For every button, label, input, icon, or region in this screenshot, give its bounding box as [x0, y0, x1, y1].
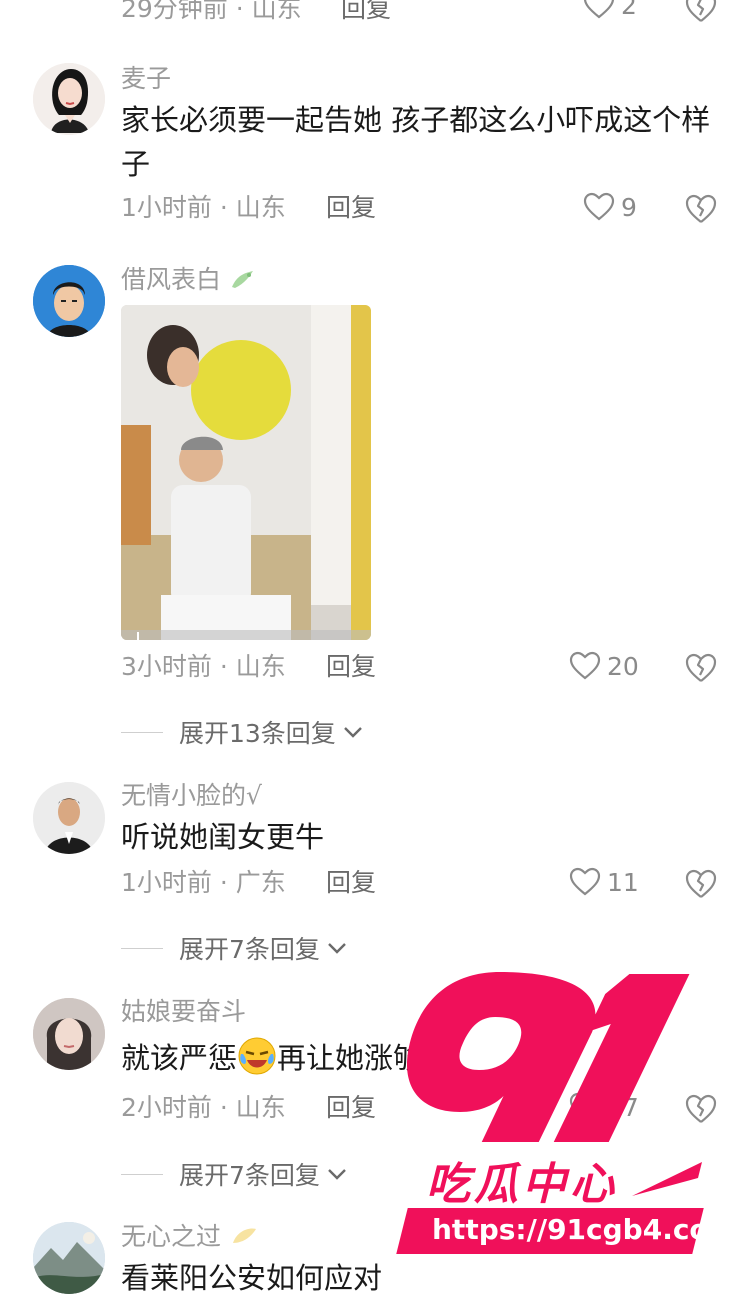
- badge-icon: [231, 271, 253, 288]
- like-button[interactable]: 2: [583, 0, 637, 20]
- expand-replies-button[interactable]: 展开13条回复: [121, 714, 364, 750]
- like-button[interactable]: 20: [569, 651, 639, 681]
- reply-button[interactable]: 回复: [326, 1093, 376, 1123]
- avatar-image: [33, 1222, 105, 1294]
- dislike-icon[interactable]: [684, 0, 718, 24]
- video-thumbnail[interactable]: [121, 305, 371, 640]
- badge-icon: [232, 1228, 256, 1243]
- comment-meta: 1小时前 · 广东: [121, 868, 286, 897]
- heart-icon: [569, 867, 601, 896]
- watermark-title: 吃瓜中心: [426, 1159, 618, 1210]
- comment-text: 看莱阳公安如何应对: [121, 1261, 383, 1295]
- username[interactable]: 麦子: [121, 64, 171, 94]
- avatar-image: [33, 782, 105, 854]
- expand-replies-button[interactable]: 展开7条回复: [121, 930, 348, 966]
- dislike-icon[interactable]: [684, 652, 718, 684]
- watermark-swoosh: [632, 1162, 702, 1196]
- like-button[interactable]: 9: [583, 192, 637, 222]
- heart-icon: [569, 651, 601, 680]
- avatar-image: [33, 265, 105, 337]
- dislike-icon[interactable]: [684, 868, 718, 900]
- like-count: 9: [621, 192, 637, 222]
- dislike-icon[interactable]: [684, 193, 718, 225]
- divider: [121, 1173, 163, 1175]
- username[interactable]: 无心之过: [121, 1222, 259, 1252]
- comment-text: 家长必须要一起告她 孩子都这么小吓成这个样子: [121, 103, 711, 181]
- avatar[interactable]: [33, 1222, 105, 1294]
- expand-label: 展开7条回复: [179, 935, 320, 964]
- avatar[interactable]: [33, 782, 105, 854]
- like-count: 20: [607, 651, 639, 681]
- username[interactable]: 借风表白: [121, 265, 257, 295]
- avatar-image: [33, 63, 105, 135]
- heart-icon: [583, 0, 615, 19]
- reply-button[interactable]: 回复: [326, 193, 376, 223]
- chevron-down-icon: [328, 943, 346, 954]
- expand-label: 展开7条回复: [179, 1161, 320, 1190]
- reply-button[interactable]: 回复: [326, 868, 376, 898]
- username[interactable]: 无情小脸的√: [121, 781, 262, 811]
- expand-label: 展开13条回复: [179, 719, 336, 748]
- avatar-image: [33, 998, 105, 1070]
- comment-meta: 29分钟前 · 山东: [121, 0, 302, 23]
- expand-replies-button[interactable]: 展开7条回复: [121, 1156, 348, 1192]
- comment-meta: 3小时前 · 山东: [121, 652, 286, 681]
- comment-meta: 2小时前 · 山东: [121, 1093, 286, 1122]
- like-count: 11: [607, 867, 639, 897]
- avatar[interactable]: [33, 265, 105, 337]
- chevron-down-icon: [328, 1169, 346, 1180]
- divider: [121, 731, 163, 733]
- crying-laughing-emoji-icon: [238, 1037, 276, 1075]
- like-button[interactable]: 11: [569, 867, 639, 897]
- divider: [121, 947, 163, 949]
- comment-text: 就该严惩 再让她涨够: [121, 1036, 441, 1080]
- like-count: 2: [621, 0, 637, 20]
- comment-meta: 1小时前 · 山东: [121, 193, 286, 222]
- watermark-logo: 吃瓜中心 https://91cgb4.com: [396, 962, 738, 1262]
- chevron-down-icon: [343, 727, 362, 738]
- reply-button[interactable]: 回复: [326, 652, 376, 682]
- reply-button[interactable]: 回复: [341, 0, 391, 24]
- heart-icon: [583, 192, 615, 221]
- watermark-url: https://91cgb4.com: [432, 1213, 738, 1246]
- avatar[interactable]: [33, 998, 105, 1070]
- comment-text: 听说她闺女更牛: [121, 820, 325, 854]
- username[interactable]: 姑娘要奋斗: [121, 997, 246, 1027]
- video-frame: [121, 305, 371, 640]
- avatar[interactable]: [33, 63, 105, 135]
